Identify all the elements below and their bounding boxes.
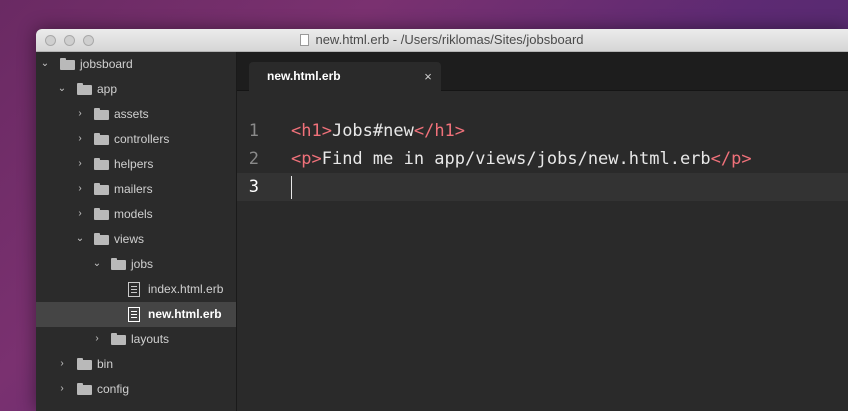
folder-icon bbox=[94, 133, 109, 145]
tab-label: new.html.erb bbox=[267, 69, 341, 83]
code-line[interactable]: 1 <h1>Jobs#new</h1> bbox=[237, 117, 848, 145]
editor-window: new.html.erb - /Users/riklomas/Sites/job… bbox=[36, 29, 848, 411]
chevron-right-icon[interactable]: › bbox=[57, 381, 67, 397]
sidebar: ⌄ jobsboard ⌄ app › assets › controllers… bbox=[36, 52, 237, 411]
sidebar-item-label: controllers bbox=[114, 132, 170, 146]
chevron-right-icon[interactable]: › bbox=[57, 356, 67, 372]
chevron-right-icon[interactable]: › bbox=[75, 156, 85, 172]
chevron-right-icon[interactable]: › bbox=[75, 131, 85, 147]
code-editor[interactable]: 1 <h1>Jobs#new</h1> 2 <p>Find me in app/… bbox=[237, 91, 848, 411]
sidebar-item-label: jobsboard bbox=[80, 57, 133, 71]
tab-new-html-erb[interactable]: new.html.erb × bbox=[249, 62, 441, 91]
sidebar-item-helpers[interactable]: › helpers bbox=[36, 152, 236, 177]
sidebar-item-label: config bbox=[97, 382, 130, 396]
folder-icon bbox=[111, 258, 126, 270]
html-tag: </p> bbox=[710, 149, 752, 169]
sidebar-item-layouts[interactable]: › layouts bbox=[36, 327, 236, 352]
tab-bar: new.html.erb × bbox=[237, 52, 848, 91]
folder-icon bbox=[111, 333, 126, 345]
code-text: <h1>Jobs#new</h1> bbox=[291, 117, 465, 145]
html-tag: </h1> bbox=[413, 121, 466, 141]
folder-icon bbox=[60, 58, 75, 70]
folder-icon bbox=[77, 358, 92, 370]
chevron-right-icon[interactable]: › bbox=[75, 181, 85, 197]
sidebar-item-label: views bbox=[114, 232, 145, 246]
sidebar-item-label: assets bbox=[114, 107, 149, 121]
folder-icon bbox=[94, 208, 109, 220]
sidebar-item-label: bin bbox=[97, 357, 114, 371]
sidebar-item-label: layouts bbox=[131, 332, 170, 346]
sidebar-item-mailers[interactable]: › mailers bbox=[36, 177, 236, 202]
sidebar-item-assets[interactable]: › assets bbox=[36, 102, 236, 127]
chevron-down-icon[interactable]: ⌄ bbox=[92, 256, 102, 272]
sidebar-item-config[interactable]: › config bbox=[36, 377, 236, 402]
folder-icon bbox=[94, 158, 109, 170]
text-cursor bbox=[291, 176, 292, 199]
sidebar-item-label: mailers bbox=[114, 182, 153, 196]
sidebar-item-new-html-erb[interactable]: new.html.erb bbox=[36, 302, 236, 327]
current-code-line[interactable]: 3 bbox=[237, 173, 848, 201]
window-title-text: new.html.erb - /Users/riklomas/Sites/job… bbox=[315, 32, 584, 47]
code-content: Find me in app/views/jobs/new.html.erb bbox=[321, 149, 711, 169]
sidebar-item-models[interactable]: › models bbox=[36, 202, 236, 227]
file-icon bbox=[128, 307, 140, 322]
sidebar-item-label: new.html.erb bbox=[148, 307, 222, 321]
chevron-down-icon[interactable]: ⌄ bbox=[40, 56, 50, 72]
code-text: <p>Find me in app/views/jobs/new.html.er… bbox=[291, 145, 752, 173]
sidebar-item-app[interactable]: ⌄ app bbox=[36, 77, 236, 102]
line-number: 3 bbox=[248, 177, 259, 197]
close-icon[interactable]: × bbox=[421, 62, 435, 91]
sidebar-item-views[interactable]: ⌄ views bbox=[36, 227, 236, 252]
chevron-down-icon[interactable]: ⌄ bbox=[75, 231, 85, 247]
sidebar-item-label: models bbox=[114, 207, 153, 221]
sidebar-item-controllers[interactable]: › controllers bbox=[36, 127, 236, 152]
code-line[interactable]: 2 <p>Find me in app/views/jobs/new.html.… bbox=[237, 145, 848, 173]
file-icon bbox=[128, 282, 140, 297]
sidebar-item-jobsboard[interactable]: ⌄ jobsboard bbox=[36, 52, 236, 77]
sidebar-item-label: app bbox=[97, 82, 118, 96]
chevron-right-icon[interactable]: › bbox=[75, 106, 85, 122]
chevron-down-icon[interactable]: ⌄ bbox=[57, 81, 67, 97]
folder-icon bbox=[77, 83, 92, 95]
sidebar-item-bin[interactable]: › bin bbox=[36, 352, 236, 377]
document-icon bbox=[300, 34, 310, 46]
sidebar-item-label: jobs bbox=[131, 257, 154, 271]
window-title: new.html.erb - /Users/riklomas/Sites/job… bbox=[36, 29, 848, 51]
sidebar-item-jobs[interactable]: ⌄ jobs bbox=[36, 252, 236, 277]
chevron-right-icon[interactable]: › bbox=[92, 331, 102, 347]
sidebar-item-index-html-erb[interactable]: index.html.erb bbox=[36, 277, 236, 302]
folder-icon bbox=[94, 183, 109, 195]
sidebar-item-label: index.html.erb bbox=[148, 282, 224, 296]
folder-icon bbox=[77, 383, 92, 395]
line-number: 1 bbox=[248, 121, 259, 141]
line-number: 2 bbox=[248, 149, 259, 169]
folder-icon bbox=[94, 108, 109, 120]
folder-icon bbox=[94, 233, 109, 245]
html-tag: <h1> bbox=[291, 121, 332, 141]
title-bar[interactable]: new.html.erb - /Users/riklomas/Sites/job… bbox=[36, 29, 848, 52]
sidebar-item-label: helpers bbox=[114, 157, 154, 171]
chevron-right-icon[interactable]: › bbox=[75, 206, 85, 222]
html-tag: <p> bbox=[291, 149, 322, 169]
code-content: Jobs#new bbox=[331, 121, 414, 141]
